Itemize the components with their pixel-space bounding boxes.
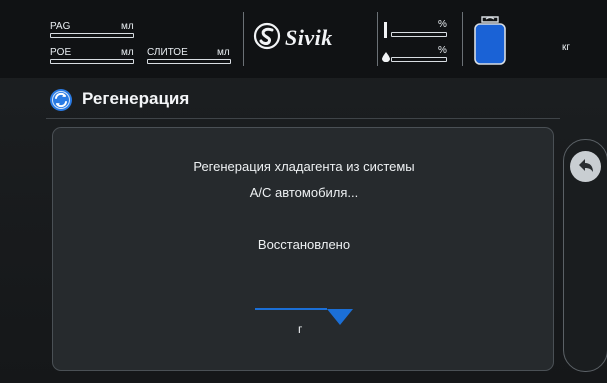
level-top-bar: [391, 32, 447, 37]
back-arrow-icon: [579, 159, 593, 172]
amount-unit: г: [298, 322, 303, 336]
drained-unit: мл: [217, 47, 230, 58]
drained-label: СЛИТОЕ: [147, 47, 188, 58]
header-divider: [243, 12, 244, 66]
drained-level-bar: [147, 59, 231, 64]
page-title: Регенерация: [82, 89, 190, 108]
amount-dropdown-arrow-icon[interactable]: [327, 309, 353, 325]
brand-logo: Sivik: [253, 22, 371, 52]
brand-name: Sivik: [285, 25, 333, 50]
back-button[interactable]: [570, 151, 601, 182]
drop-icon: [382, 52, 390, 62]
header-divider: [377, 12, 378, 66]
level-top-indicator: [384, 22, 387, 38]
refrigerant-bottle-icon: [474, 16, 506, 65]
pag-label: PAG: [50, 21, 71, 32]
message-line-2: A/C автомобиля...: [249, 185, 359, 200]
message-panel: Регенерация хладагента из системы A/C ав…: [52, 127, 554, 371]
poe-level-bar: [50, 59, 134, 64]
status-text: Восстановлено: [257, 237, 351, 252]
header-divider: [462, 12, 463, 66]
side-rail: [563, 139, 607, 372]
message-line-1: Регенерация хладагента из системы: [193, 159, 415, 174]
poe-unit: мл: [121, 47, 134, 58]
amount-value-underline: [255, 308, 327, 310]
recovery-icon: [50, 89, 72, 111]
level-bottom-bar: [391, 57, 447, 62]
screen: PAG мл POE мл СЛИТОЕ мл Sivik % % кг Рег…: [0, 0, 607, 383]
title-bar: Регенерация: [46, 80, 560, 119]
weight-unit: кг: [562, 42, 571, 53]
sivik-logo-icon: [253, 22, 281, 50]
pag-unit: мл: [121, 21, 134, 32]
poe-label: POE: [50, 47, 72, 58]
pag-level-bar: [50, 33, 134, 38]
status-header: PAG мл POE мл СЛИТОЕ мл Sivik % % кг: [0, 0, 607, 78]
level-bottom-unit: %: [438, 45, 447, 56]
level-top-unit: %: [438, 19, 447, 30]
